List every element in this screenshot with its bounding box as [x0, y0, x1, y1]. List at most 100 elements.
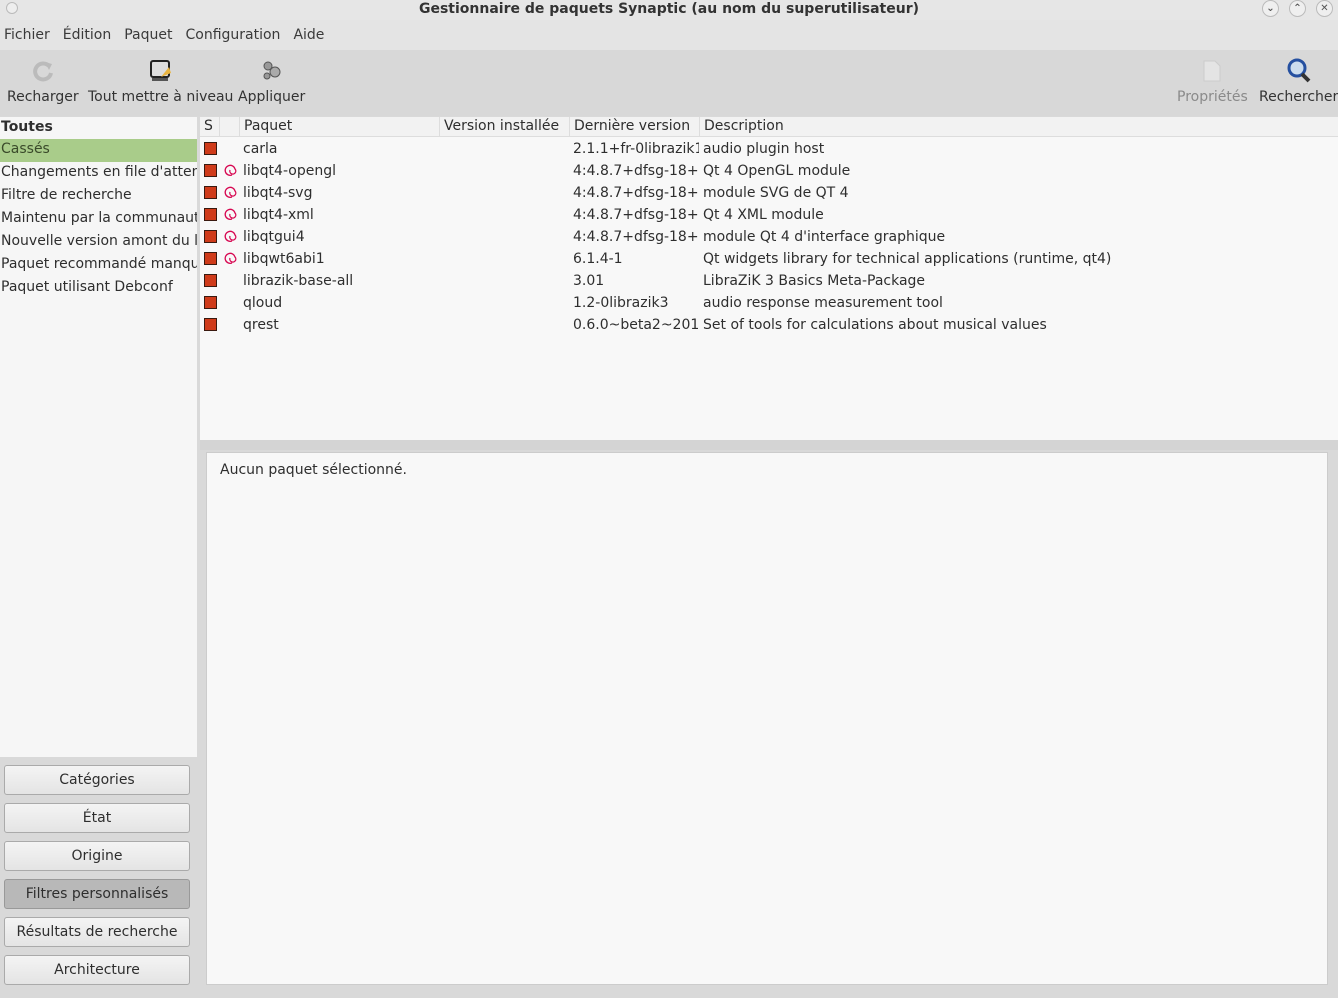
details-pane: Aucun paquet sélectionné. [206, 452, 1328, 985]
filter-item[interactable]: Maintenu par la communauté ( [0, 208, 197, 231]
latest-version: 0.6.0~beta2~2017 [573, 317, 699, 333]
latest-version: 4:4.8.7+dfsg-18+deb [573, 163, 699, 179]
status-broken-icon[interactable] [204, 230, 217, 243]
filter-header[interactable]: Toutes [0, 117, 197, 139]
state-button[interactable]: État [4, 803, 190, 833]
menu-aide[interactable]: Aide [293, 27, 324, 43]
column-description[interactable]: Description [700, 117, 1338, 137]
table-row[interactable]: libqt4-opengl 4:4.8.7+dfsg-18+debQt 4 Ope… [200, 160, 1338, 182]
filter-list: Toutes Cassés Changements en file d'atte… [0, 117, 197, 757]
apply-button[interactable]: Appliquer [238, 58, 305, 105]
upgrade-icon [88, 58, 233, 84]
package-name: libqtgui4 [243, 229, 305, 245]
pane-divider[interactable] [200, 440, 1338, 450]
search-results-button[interactable]: Résultats de recherche [4, 917, 190, 947]
latest-version: 4:4.8.7+dfsg-18+deb [573, 207, 699, 223]
table-header: S Paquet Version installée Dernière vers… [200, 117, 1338, 137]
package-description: audio plugin host [703, 141, 825, 157]
status-broken-icon[interactable] [204, 274, 217, 287]
menu-configuration[interactable]: Configuration [185, 27, 280, 43]
debian-logo-icon [223, 229, 237, 246]
table-row[interactable]: libqt4-xml 4:4.8.7+dfsg-18+debQt 4 XML mo… [200, 204, 1338, 226]
package-description: Qt 4 OpenGL module [703, 163, 851, 179]
status-broken-icon[interactable] [204, 164, 217, 177]
reload-button[interactable]: Recharger [7, 58, 79, 105]
origin-button[interactable]: Origine [4, 841, 190, 871]
package-name: libqt4-svg [243, 185, 313, 201]
details-text: Aucun paquet sélectionné. [220, 462, 407, 478]
latest-version: 3.01 [573, 273, 605, 289]
package-name: qrest [243, 317, 279, 333]
search-button[interactable]: Rechercher [1259, 58, 1338, 105]
status-broken-icon[interactable] [204, 252, 217, 265]
package-description: module SVG de QT 4 [703, 185, 849, 201]
table-row[interactable]: libqwt6abi1 6.1.4-1 Qt widgets library for… [200, 248, 1338, 270]
package-description: LibraZiK 3 Basics Meta-Package [703, 273, 926, 289]
latest-version: 6.1.4-1 [573, 251, 623, 267]
package-description: audio response measurement tool [703, 295, 943, 311]
filter-item[interactable]: Paquet recommandé manquant [0, 254, 197, 277]
properties-icon [1177, 58, 1248, 84]
filter-item[interactable]: Paquet utilisant Debconf [0, 277, 197, 300]
minimize-button[interactable]: ⌄ [1262, 0, 1279, 17]
title-bar: Gestionnaire de paquets Synaptic (au nom… [0, 0, 1338, 20]
filter-item[interactable]: Filtre de recherche [0, 185, 197, 208]
menu-edition[interactable]: Édition [63, 27, 111, 43]
filter-item[interactable]: Changements en file d'attente [0, 162, 197, 185]
status-broken-icon[interactable] [204, 208, 217, 221]
package-table: S Paquet Version installée Dernière vers… [200, 117, 1338, 440]
window-title: Gestionnaire de paquets Synaptic (au nom… [418, 1, 920, 17]
package-name: libqt4-opengl [243, 163, 336, 179]
table-row[interactable]: qrest 0.6.0~beta2~2017 Set of tools for ca… [200, 314, 1338, 336]
menu-fichier[interactable]: Fichier [4, 27, 50, 43]
close-button[interactable]: ✕ [1316, 0, 1333, 17]
table-row[interactable]: carla 2.1.1+fr-0librazik1 audio plugin hos… [200, 138, 1338, 160]
table-row[interactable]: libqtgui4 4:4.8.7+dfsg-18+debmodule Qt 4 … [200, 226, 1338, 248]
architecture-button[interactable]: Architecture [4, 955, 190, 985]
latest-version: 4:4.8.7+dfsg-18+deb [573, 229, 699, 245]
maximize-button[interactable]: ⌃ [1289, 0, 1306, 17]
debian-logo-icon [223, 251, 237, 268]
package-description: module Qt 4 d'interface graphique [703, 229, 946, 245]
package-name: libqwt6abi1 [243, 251, 325, 267]
package-description: Qt widgets library for technical applica… [703, 251, 1112, 267]
package-name: carla [243, 141, 278, 157]
debian-logo-icon [223, 207, 237, 224]
filter-item[interactable]: Nouvelle version amont du log [0, 231, 197, 254]
latest-version: 2.1.1+fr-0librazik1 [573, 141, 699, 157]
search-icon [1259, 58, 1338, 84]
status-broken-icon[interactable] [204, 296, 217, 309]
menu-bar: Fichier Édition Paquet Configuration Aid… [0, 20, 1338, 50]
column-installed-version[interactable]: Version installée [440, 117, 570, 137]
column-support[interactable] [220, 117, 240, 137]
custom-filters-button[interactable]: Filtres personnalisés [4, 879, 190, 909]
properties-button[interactable]: Propriétés [1177, 58, 1248, 105]
reload-icon [7, 58, 79, 84]
categories-button[interactable]: Catégories [4, 765, 190, 795]
filter-buttons: Catégories État Origine Filtres personna… [4, 765, 190, 993]
filter-item-selected[interactable]: Cassés [0, 139, 197, 162]
column-package[interactable]: Paquet [240, 117, 440, 137]
upgrade-all-button[interactable]: Tout mettre à niveau [88, 58, 233, 105]
table-row[interactable]: libqt4-svg 4:4.8.7+dfsg-18+debmodule SVG … [200, 182, 1338, 204]
debian-logo-icon [223, 185, 237, 202]
window-menu-icon[interactable] [6, 2, 18, 14]
package-name: librazik-base-all [243, 273, 354, 289]
status-broken-icon[interactable] [204, 142, 217, 155]
gears-icon [238, 58, 305, 84]
column-latest-version[interactable]: Dernière version [570, 117, 700, 137]
package-name: libqt4-xml [243, 207, 314, 223]
column-status[interactable]: S [200, 117, 220, 137]
latest-version: 1.2-0librazik3 [573, 295, 669, 311]
toolbar: Recharger Tout mettre à niveau Appliquer… [0, 50, 1338, 116]
menu-paquet[interactable]: Paquet [124, 27, 172, 43]
package-name: qloud [243, 295, 283, 311]
table-row[interactable]: librazik-base-all 3.01 LibraZiK 3 Basics M… [200, 270, 1338, 292]
status-broken-icon[interactable] [204, 186, 217, 199]
table-row[interactable]: qloud 1.2-0librazik3 audio response measur… [200, 292, 1338, 314]
package-description: Qt 4 XML module [703, 207, 824, 223]
status-broken-icon[interactable] [204, 318, 217, 331]
debian-logo-icon [223, 163, 237, 180]
latest-version: 4:4.8.7+dfsg-18+deb [573, 185, 699, 201]
package-description: Set of tools for calculations about musi… [703, 317, 1047, 333]
